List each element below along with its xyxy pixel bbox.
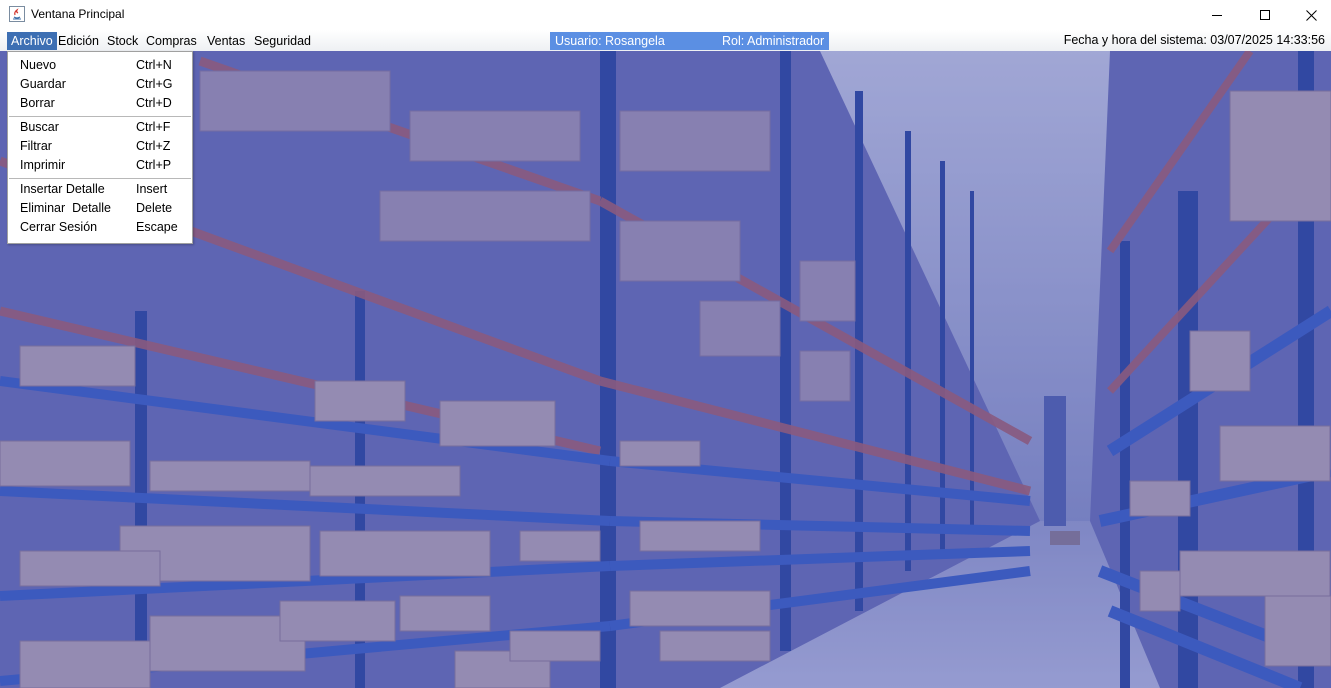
menu-item-label: Borrar	[20, 96, 55, 110]
menu-item-accelerator: Ctrl+G	[136, 77, 173, 91]
menu-separator	[9, 178, 191, 179]
menu-separator	[9, 116, 191, 117]
menu-ventas[interactable]: Ventas	[203, 32, 249, 50]
session-info-box: Usuario: Rosangela Rol: Administrador	[550, 32, 829, 50]
menu-item-buscar[interactable]: Buscar Ctrl+F	[8, 118, 192, 137]
menu-item-guardar[interactable]: Guardar Ctrl+G	[8, 75, 192, 94]
maximize-icon	[1260, 10, 1270, 20]
java-app-icon	[9, 6, 25, 22]
menu-item-cerrar-sesion[interactable]: Cerrar Sesión Escape	[8, 218, 192, 237]
menu-archivo[interactable]: Archivo	[7, 32, 57, 50]
window-title: Ventana Principal	[31, 7, 125, 21]
menu-item-borrar[interactable]: Borrar Ctrl+D	[8, 94, 192, 113]
menu-item-accelerator: Insert	[136, 182, 168, 196]
menu-seguridad[interactable]: Seguridad	[250, 32, 315, 50]
menu-edicion[interactable]: Edición	[54, 32, 103, 50]
minimize-button[interactable]	[1194, 0, 1240, 30]
warehouse-background-image	[0, 51, 1331, 688]
menu-item-accelerator: Ctrl+F	[136, 120, 171, 134]
menu-item-label: Eliminar Detalle	[20, 201, 112, 215]
menu-item-label: Cerrar Sesión	[20, 220, 98, 234]
maximize-button[interactable]	[1242, 0, 1288, 30]
menu-item-insertar-detalle[interactable]: Insertar Detalle Insert	[8, 180, 192, 199]
menu-item-nuevo[interactable]: Nuevo Ctrl+N	[8, 56, 192, 75]
minimize-icon	[1212, 15, 1222, 16]
menu-item-accelerator: Ctrl+P	[136, 158, 172, 172]
menu-compras[interactable]: Compras	[142, 32, 201, 50]
archivo-dropdown-menu: Nuevo Ctrl+N Guardar Ctrl+G Borrar Ctrl+…	[7, 51, 193, 244]
menu-stock[interactable]: Stock	[103, 32, 142, 50]
menu-item-label: Buscar	[20, 120, 59, 134]
system-datetime: Fecha y hora del sistema: 03/07/2025 14:…	[1063, 33, 1325, 47]
menu-item-label: Nuevo	[20, 58, 57, 72]
menu-item-accelerator: Ctrl+D	[136, 96, 172, 110]
menu-item-accelerator: Escape	[136, 220, 178, 234]
menu-item-label: Guardar	[20, 77, 66, 91]
close-icon	[1305, 9, 1317, 21]
close-button[interactable]	[1288, 0, 1331, 30]
menu-item-label: Filtrar	[20, 139, 52, 153]
menu-item-accelerator: Ctrl+N	[136, 58, 172, 72]
title-bar: Ventana Principal	[0, 0, 1331, 30]
menu-item-label: Imprimir	[20, 158, 66, 172]
role-label: Rol: Administrador	[722, 34, 825, 48]
menu-item-imprimir[interactable]: Imprimir Ctrl+P	[8, 156, 192, 175]
user-label: Usuario: Rosangela	[555, 34, 665, 48]
menu-item-label: Insertar Detalle	[20, 182, 105, 196]
menu-item-filtrar[interactable]: Filtrar Ctrl+Z	[8, 137, 192, 156]
menu-item-accelerator: Ctrl+Z	[136, 139, 171, 153]
menu-item-eliminar-detalle[interactable]: Eliminar Detalle Delete	[8, 199, 192, 218]
menu-item-accelerator: Delete	[136, 201, 173, 215]
